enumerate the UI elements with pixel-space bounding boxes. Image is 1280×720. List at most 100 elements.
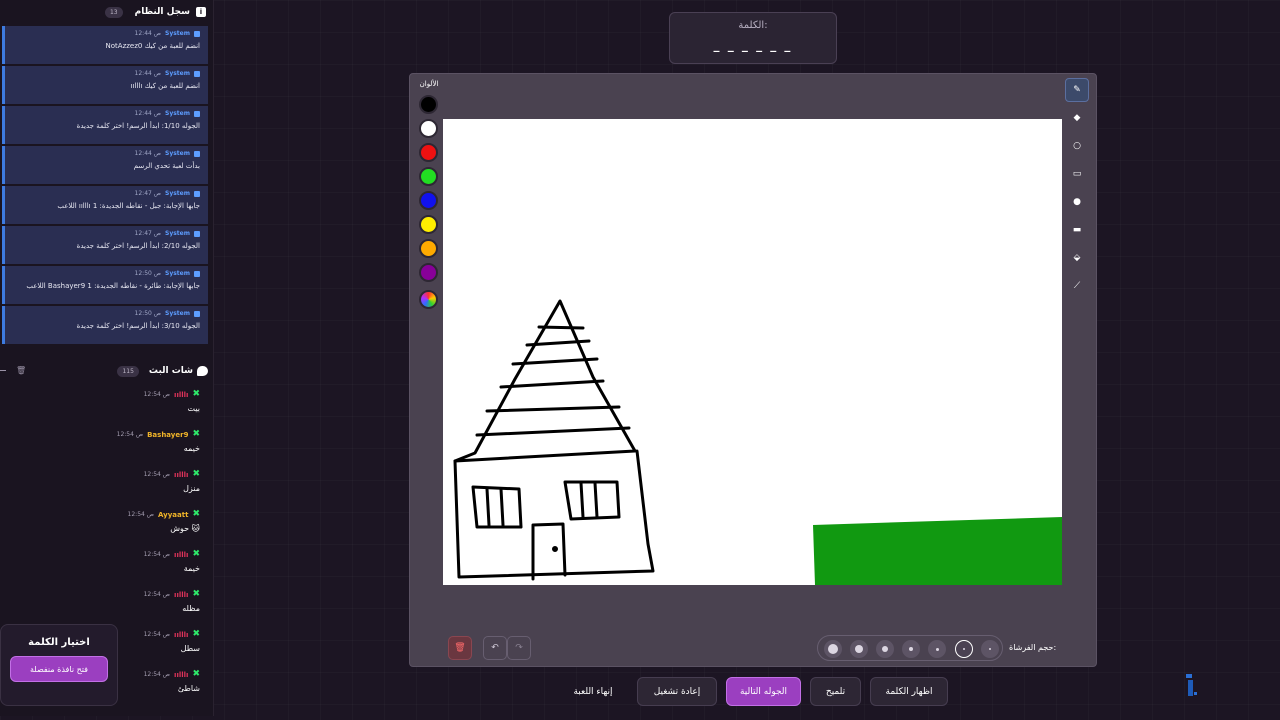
system-icon — [194, 190, 200, 197]
end-game-button[interactable]: إنهاء اللعبة — [556, 677, 630, 706]
log-time: 12:50 ص — [134, 310, 161, 317]
chat-time: 12:54 ص — [143, 471, 171, 478]
undo-icon[interactable]: ↶ — [483, 636, 507, 660]
trash-icon[interactable]: 🗑 — [448, 636, 472, 660]
log-message: اللاعب Bashayer9 جابها الإجابة: طائرة - … — [26, 282, 200, 290]
color-swatch-blue[interactable] — [419, 191, 438, 210]
brush-size-m[interactable] — [876, 640, 894, 658]
system-icon — [194, 30, 200, 37]
kick-platform-icon: ✖ — [192, 469, 200, 479]
log-sender: System — [165, 230, 190, 237]
color-swatch-white[interactable] — [419, 119, 438, 138]
roof-stripe — [485, 405, 621, 413]
kick-platform-icon: ✖ — [192, 389, 200, 399]
chat-username: ıılllı — [174, 550, 189, 559]
log-sender: System — [165, 70, 190, 77]
log-message: الجوله 2/10: ابدأ الرسم! اختر كلمة جديدة — [76, 242, 200, 250]
drawing-canvas[interactable] — [443, 119, 1062, 585]
menu-icon[interactable] — [0, 370, 6, 371]
system-icon — [194, 230, 200, 237]
redo-icon[interactable]: ↷ — [507, 636, 531, 660]
kick-platform-icon: ✖ — [192, 429, 200, 439]
color-swatch-orange[interactable] — [419, 239, 438, 258]
roof-stripe — [537, 325, 585, 330]
chat-username: ıılllı — [174, 390, 189, 399]
pencil-icon[interactable]: ✎ — [1065, 78, 1089, 102]
color-swatch-green[interactable] — [419, 167, 438, 186]
chat-message: 12:54 ص Ayyaatt ✖ حوش 🐱 — [0, 510, 214, 550]
chat-count: 115 — [117, 365, 139, 377]
log-sender: System — [165, 190, 190, 197]
next-round-button[interactable]: الجوله التالية — [726, 677, 801, 706]
kick-platform-icon: ✖ — [192, 509, 200, 519]
door-stroke — [531, 522, 567, 581]
log-entry: 12:50 ص System اللاعب Bashayer9 جابها الإ… — [2, 266, 208, 304]
chat-time: 12:54 ص — [127, 511, 155, 518]
tool-bar: ✎ ◆ ○ ▭ ● ▬ ⬙ ⟋ — [1065, 78, 1093, 302]
chat-text: خيمة — [183, 564, 200, 573]
log-sender: System — [165, 150, 190, 157]
roof-stroke — [453, 299, 637, 463]
brush-size-xl[interactable] — [824, 640, 842, 658]
window-stroke — [471, 485, 523, 529]
chat-title: شات البث — [148, 366, 193, 376]
fill-bucket-icon[interactable]: ⬙ — [1065, 246, 1089, 270]
log-message: ıılllı انضم للعبة من كيك — [130, 82, 200, 90]
brush-size-xs[interactable] — [928, 640, 946, 658]
chat-text: مظله — [182, 604, 200, 613]
kick-platform-icon: ✖ — [192, 669, 200, 679]
brush-size-s[interactable] — [902, 640, 920, 658]
chat-message: 12:54 ص ıılllı ✖ منزل — [0, 470, 214, 510]
log-time: 12:47 ص — [134, 190, 161, 197]
color-swatch-black[interactable] — [419, 95, 438, 114]
log-time: 12:44 ص — [134, 150, 161, 157]
color-swatch-yellow[interactable] — [419, 215, 438, 234]
brush-size-l[interactable] — [850, 640, 868, 658]
log-message: بدأت لعبة تحدي الرسم — [133, 162, 200, 170]
log-entry: 12:47 ص System الجوله 2/10: ابدأ الرسم! ا… — [2, 226, 208, 264]
window-bar — [499, 487, 505, 527]
chat-time: 12:54 ص — [143, 591, 171, 598]
chat-text: منزل — [183, 484, 200, 493]
circle-icon[interactable]: ○ — [1065, 134, 1089, 158]
filled-circle-icon[interactable]: ● — [1065, 190, 1089, 214]
show-word-button[interactable]: اظهار الكلمة — [870, 677, 948, 706]
palette-label: الألوان — [419, 80, 439, 88]
brush-size-selected[interactable] — [955, 640, 973, 658]
logo-icon — [1186, 674, 1197, 696]
log-message: الجوله 3/10: ابدأ الرسم! اختر كلمة جديدة — [76, 322, 200, 330]
window-bar — [579, 481, 585, 519]
wall-stroke — [453, 449, 655, 579]
left-panel: 13 سجل النظام i 12:44 ص System NotAzzez0 … — [0, 0, 214, 716]
log-entry: 12:44 ص System الجوله 1/10: ابدأ الرسم! ا… — [2, 106, 208, 144]
word-choice-panel: اختيار الكلمة فتح نافذة منفصلة — [0, 624, 118, 706]
system-log-title: سجل النظام — [134, 7, 190, 17]
line-icon[interactable]: ⟋ — [1065, 274, 1089, 298]
log-entry: 12:44 ص System بدأت لعبة تحدي الرسم — [2, 146, 208, 184]
chat-bubble-icon — [197, 366, 208, 376]
color-swatch-purple[interactable] — [419, 263, 438, 282]
log-time: 12:44 ص — [134, 30, 161, 37]
color-swatch-red[interactable] — [419, 143, 438, 162]
clear-chat-icon[interactable]: 🗑 — [16, 366, 26, 375]
system-icon — [194, 270, 200, 277]
rainbow-color-icon[interactable] — [419, 290, 438, 309]
restart-button[interactable]: إعادة تشغيل — [637, 677, 717, 706]
hint-button[interactable]: تلميح — [810, 677, 861, 706]
log-message: اللاعب ıılllı جابها الإجابة: جبل - نقاطه… — [57, 202, 200, 210]
eraser-icon[interactable]: ◆ — [1065, 106, 1089, 130]
door-knob — [552, 546, 558, 552]
window-bar — [485, 487, 491, 527]
filled-rectangle-icon[interactable]: ▬ — [1065, 218, 1089, 242]
brush-size-xxs[interactable] — [981, 640, 999, 658]
log-sender: System — [165, 30, 190, 37]
word-mask: _ _ _ _ _ _ — [713, 38, 793, 52]
system-log-header: 13 سجل النظام i — [0, 0, 214, 24]
open-popup-button[interactable]: فتح نافذة منفصلة — [10, 656, 108, 682]
chat-text: حوش 🐱 — [170, 524, 200, 533]
chat-header: 🗑 115 شات البث — [0, 362, 214, 380]
chat-text: خيمه — [183, 444, 200, 453]
info-icon: i — [196, 7, 206, 17]
rectangle-icon[interactable]: ▭ — [1065, 162, 1089, 186]
chat-message: 12:54 ص Bashayer9 ✖ خيمه — [0, 430, 214, 470]
